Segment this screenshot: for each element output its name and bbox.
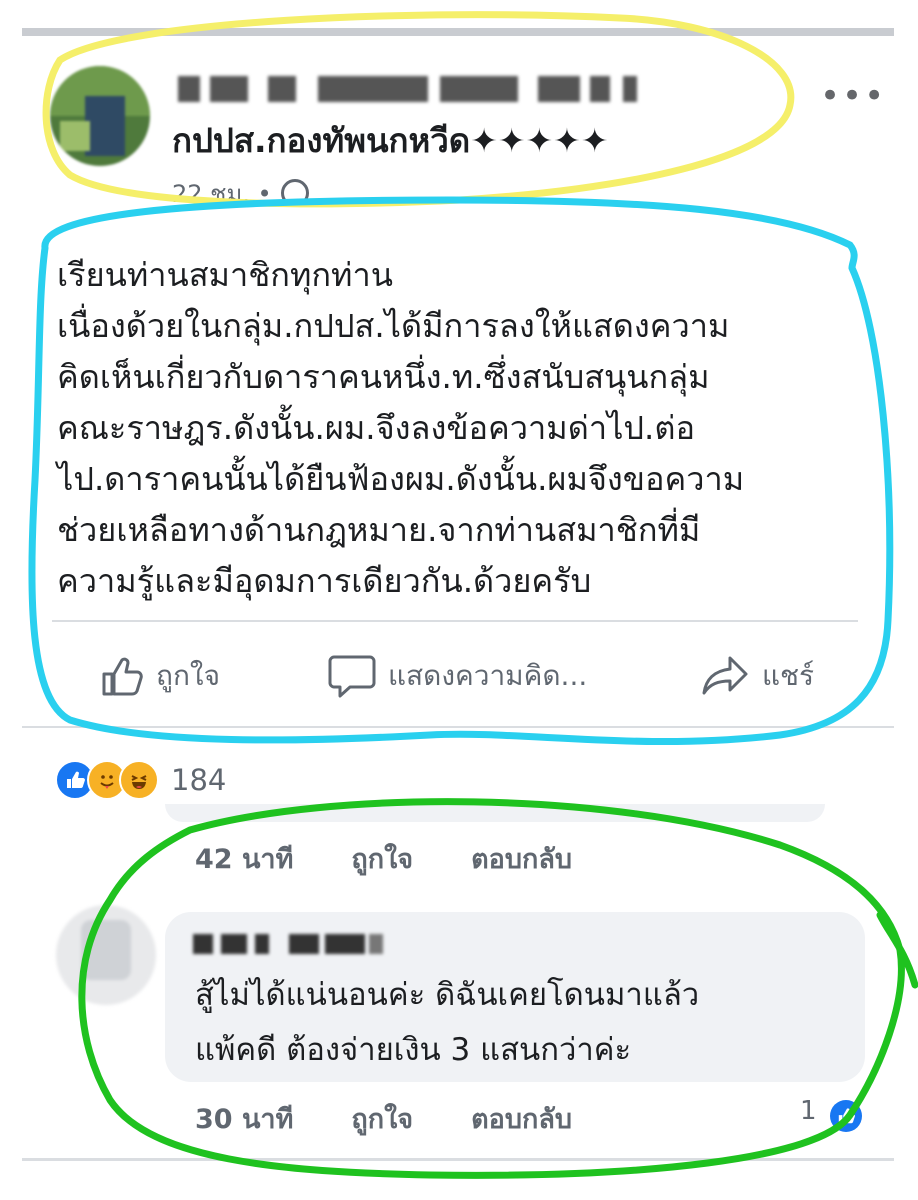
- green-highlight-outline: [78, 798, 918, 1179]
- cyan-highlight-outline: [28, 196, 894, 746]
- annotation-overlay: [28, 11, 918, 1179]
- yellow-highlight-ellipse: [42, 11, 795, 208]
